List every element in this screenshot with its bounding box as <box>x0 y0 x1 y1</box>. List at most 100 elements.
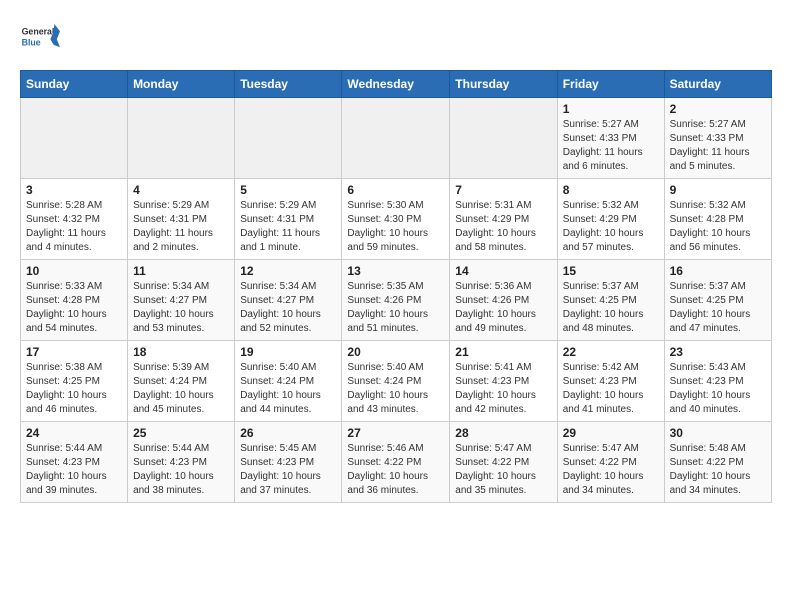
day-number: 21 <box>455 345 551 359</box>
weekday-header-wednesday: Wednesday <box>342 71 450 98</box>
day-info: Sunrise: 5:40 AM Sunset: 4:24 PM Dayligh… <box>347 361 444 417</box>
day-info: Sunrise: 5:30 AM Sunset: 4:30 PM Dayligh… <box>347 199 444 255</box>
day-number: 13 <box>347 264 444 278</box>
day-info: Sunrise: 5:40 AM Sunset: 4:24 PM Dayligh… <box>240 361 336 417</box>
calendar-cell: 29 Sunrise: 5:47 AM Sunset: 4:22 PM Dayli… <box>557 422 664 503</box>
calendar-cell: 20 Sunrise: 5:40 AM Sunset: 4:24 PM Dayli… <box>342 341 450 422</box>
calendar-week-5: 24Sunrise: 5:44 AM Sunset: 4:23 PM Dayli… <box>21 422 772 503</box>
weekday-header-tuesday: Tuesday <box>235 71 342 98</box>
calendar-cell: 23 Sunrise: 5:43 AM Sunset: 4:23 PM Dayli… <box>664 341 771 422</box>
day-number: 17 <box>26 345 122 359</box>
calendar-cell: 11Sunrise: 5:34 AM Sunset: 4:27 PM Dayli… <box>128 260 235 341</box>
day-number: 16 <box>670 264 766 278</box>
calendar-cell: 26 Sunrise: 5:45 AM Sunset: 4:23 PM Dayli… <box>235 422 342 503</box>
weekday-header-thursday: Thursday <box>450 71 557 98</box>
calendar-cell: 28 Sunrise: 5:47 AM Sunset: 4:22 PM Dayli… <box>450 422 557 503</box>
day-info: Sunrise: 5:44 AM Sunset: 4:23 PM Dayligh… <box>133 442 229 498</box>
day-number: 25 <box>133 426 229 440</box>
calendar-cell: 10 Sunrise: 5:33 AM Sunset: 4:28 PM Dayli… <box>21 260 128 341</box>
day-number: 6 <box>347 183 444 197</box>
day-number: 27 <box>347 426 444 440</box>
calendar-cell: 21 Sunrise: 5:41 AM Sunset: 4:23 PM Dayli… <box>450 341 557 422</box>
calendar-cell: 22 Sunrise: 5:42 AM Sunset: 4:23 PM Dayli… <box>557 341 664 422</box>
calendar-cell: 12Sunrise: 5:34 AM Sunset: 4:27 PM Dayli… <box>235 260 342 341</box>
calendar-cell <box>21 98 128 179</box>
day-number: 18 <box>133 345 229 359</box>
day-info: Sunrise: 5:35 AM Sunset: 4:26 PM Dayligh… <box>347 280 444 336</box>
day-number: 30 <box>670 426 766 440</box>
calendar-week-2: 3Sunrise: 5:28 AM Sunset: 4:32 PM Daylig… <box>21 179 772 260</box>
calendar-cell: 16 Sunrise: 5:37 AM Sunset: 4:25 PM Dayli… <box>664 260 771 341</box>
calendar-cell: 25 Sunrise: 5:44 AM Sunset: 4:23 PM Dayli… <box>128 422 235 503</box>
calendar-cell: 27Sunrise: 5:46 AM Sunset: 4:22 PM Dayli… <box>342 422 450 503</box>
day-info: Sunrise: 5:38 AM Sunset: 4:25 PM Dayligh… <box>26 361 122 417</box>
calendar-week-1: 1 Sunrise: 5:27 AM Sunset: 4:33 PM Daylig… <box>21 98 772 179</box>
calendar-cell: 14 Sunrise: 5:36 AM Sunset: 4:26 PM Dayli… <box>450 260 557 341</box>
day-number: 8 <box>563 183 659 197</box>
calendar-cell: 6 Sunrise: 5:30 AM Sunset: 4:30 PM Daylig… <box>342 179 450 260</box>
day-number: 20 <box>347 345 444 359</box>
logo: General Blue <box>20 20 60 60</box>
weekday-header-sunday: Sunday <box>21 71 128 98</box>
day-info: Sunrise: 5:47 AM Sunset: 4:22 PM Dayligh… <box>455 442 551 498</box>
day-number: 14 <box>455 264 551 278</box>
calendar-week-4: 17 Sunrise: 5:38 AM Sunset: 4:25 PM Dayli… <box>21 341 772 422</box>
day-info: Sunrise: 5:45 AM Sunset: 4:23 PM Dayligh… <box>240 442 336 498</box>
day-info: Sunrise: 5:34 AM Sunset: 4:27 PM Dayligh… <box>240 280 336 336</box>
day-info: Sunrise: 5:29 AM Sunset: 4:31 PM Dayligh… <box>133 199 229 255</box>
day-number: 29 <box>563 426 659 440</box>
day-info: Sunrise: 5:48 AM Sunset: 4:22 PM Dayligh… <box>670 442 766 498</box>
day-number: 10 <box>26 264 122 278</box>
calendar-cell: 17 Sunrise: 5:38 AM Sunset: 4:25 PM Dayli… <box>21 341 128 422</box>
day-info: Sunrise: 5:42 AM Sunset: 4:23 PM Dayligh… <box>563 361 659 417</box>
day-info: Sunrise: 5:47 AM Sunset: 4:22 PM Dayligh… <box>563 442 659 498</box>
calendar-cell: 2Sunrise: 5:27 AM Sunset: 4:33 PM Daylig… <box>664 98 771 179</box>
calendar-cell: 8Sunrise: 5:32 AM Sunset: 4:29 PM Daylig… <box>557 179 664 260</box>
calendar-cell: 30 Sunrise: 5:48 AM Sunset: 4:22 PM Dayli… <box>664 422 771 503</box>
svg-text:General: General <box>22 26 55 36</box>
calendar-cell <box>342 98 450 179</box>
svg-text:Blue: Blue <box>22 38 41 48</box>
day-info: Sunrise: 5:37 AM Sunset: 4:25 PM Dayligh… <box>670 280 766 336</box>
page-header: General Blue <box>20 20 772 60</box>
calendar-cell: 19 Sunrise: 5:40 AM Sunset: 4:24 PM Dayli… <box>235 341 342 422</box>
calendar-cell <box>128 98 235 179</box>
calendar-cell <box>235 98 342 179</box>
day-info: Sunrise: 5:31 AM Sunset: 4:29 PM Dayligh… <box>455 199 551 255</box>
calendar-table: SundayMondayTuesdayWednesdayThursdayFrid… <box>20 70 772 503</box>
day-info: Sunrise: 5:44 AM Sunset: 4:23 PM Dayligh… <box>26 442 122 498</box>
day-info: Sunrise: 5:37 AM Sunset: 4:25 PM Dayligh… <box>563 280 659 336</box>
day-info: Sunrise: 5:33 AM Sunset: 4:28 PM Dayligh… <box>26 280 122 336</box>
day-number: 26 <box>240 426 336 440</box>
weekday-header-friday: Friday <box>557 71 664 98</box>
day-info: Sunrise: 5:36 AM Sunset: 4:26 PM Dayligh… <box>455 280 551 336</box>
day-info: Sunrise: 5:34 AM Sunset: 4:27 PM Dayligh… <box>133 280 229 336</box>
day-info: Sunrise: 5:41 AM Sunset: 4:23 PM Dayligh… <box>455 361 551 417</box>
day-info: Sunrise: 5:43 AM Sunset: 4:23 PM Dayligh… <box>670 361 766 417</box>
day-info: Sunrise: 5:29 AM Sunset: 4:31 PM Dayligh… <box>240 199 336 255</box>
day-number: 5 <box>240 183 336 197</box>
day-info: Sunrise: 5:32 AM Sunset: 4:28 PM Dayligh… <box>670 199 766 255</box>
calendar-cell: 1 Sunrise: 5:27 AM Sunset: 4:33 PM Daylig… <box>557 98 664 179</box>
calendar-cell: 24Sunrise: 5:44 AM Sunset: 4:23 PM Dayli… <box>21 422 128 503</box>
day-info: Sunrise: 5:27 AM Sunset: 4:33 PM Dayligh… <box>563 118 659 174</box>
calendar-cell <box>450 98 557 179</box>
day-number: 2 <box>670 102 766 116</box>
day-number: 4 <box>133 183 229 197</box>
calendar-cell: 7 Sunrise: 5:31 AM Sunset: 4:29 PM Daylig… <box>450 179 557 260</box>
day-number: 15 <box>563 264 659 278</box>
day-number: 22 <box>563 345 659 359</box>
day-number: 3 <box>26 183 122 197</box>
day-number: 9 <box>670 183 766 197</box>
calendar-cell: 13 Sunrise: 5:35 AM Sunset: 4:26 PM Dayli… <box>342 260 450 341</box>
calendar-cell: 18Sunrise: 5:39 AM Sunset: 4:24 PM Dayli… <box>128 341 235 422</box>
logo-svg: General Blue <box>20 20 60 60</box>
weekday-header-monday: Monday <box>128 71 235 98</box>
day-number: 28 <box>455 426 551 440</box>
day-number: 19 <box>240 345 336 359</box>
calendar-cell: 15 Sunrise: 5:37 AM Sunset: 4:25 PM Dayli… <box>557 260 664 341</box>
day-number: 7 <box>455 183 551 197</box>
day-number: 23 <box>670 345 766 359</box>
day-number: 1 <box>563 102 659 116</box>
calendar-week-3: 10 Sunrise: 5:33 AM Sunset: 4:28 PM Dayli… <box>21 260 772 341</box>
